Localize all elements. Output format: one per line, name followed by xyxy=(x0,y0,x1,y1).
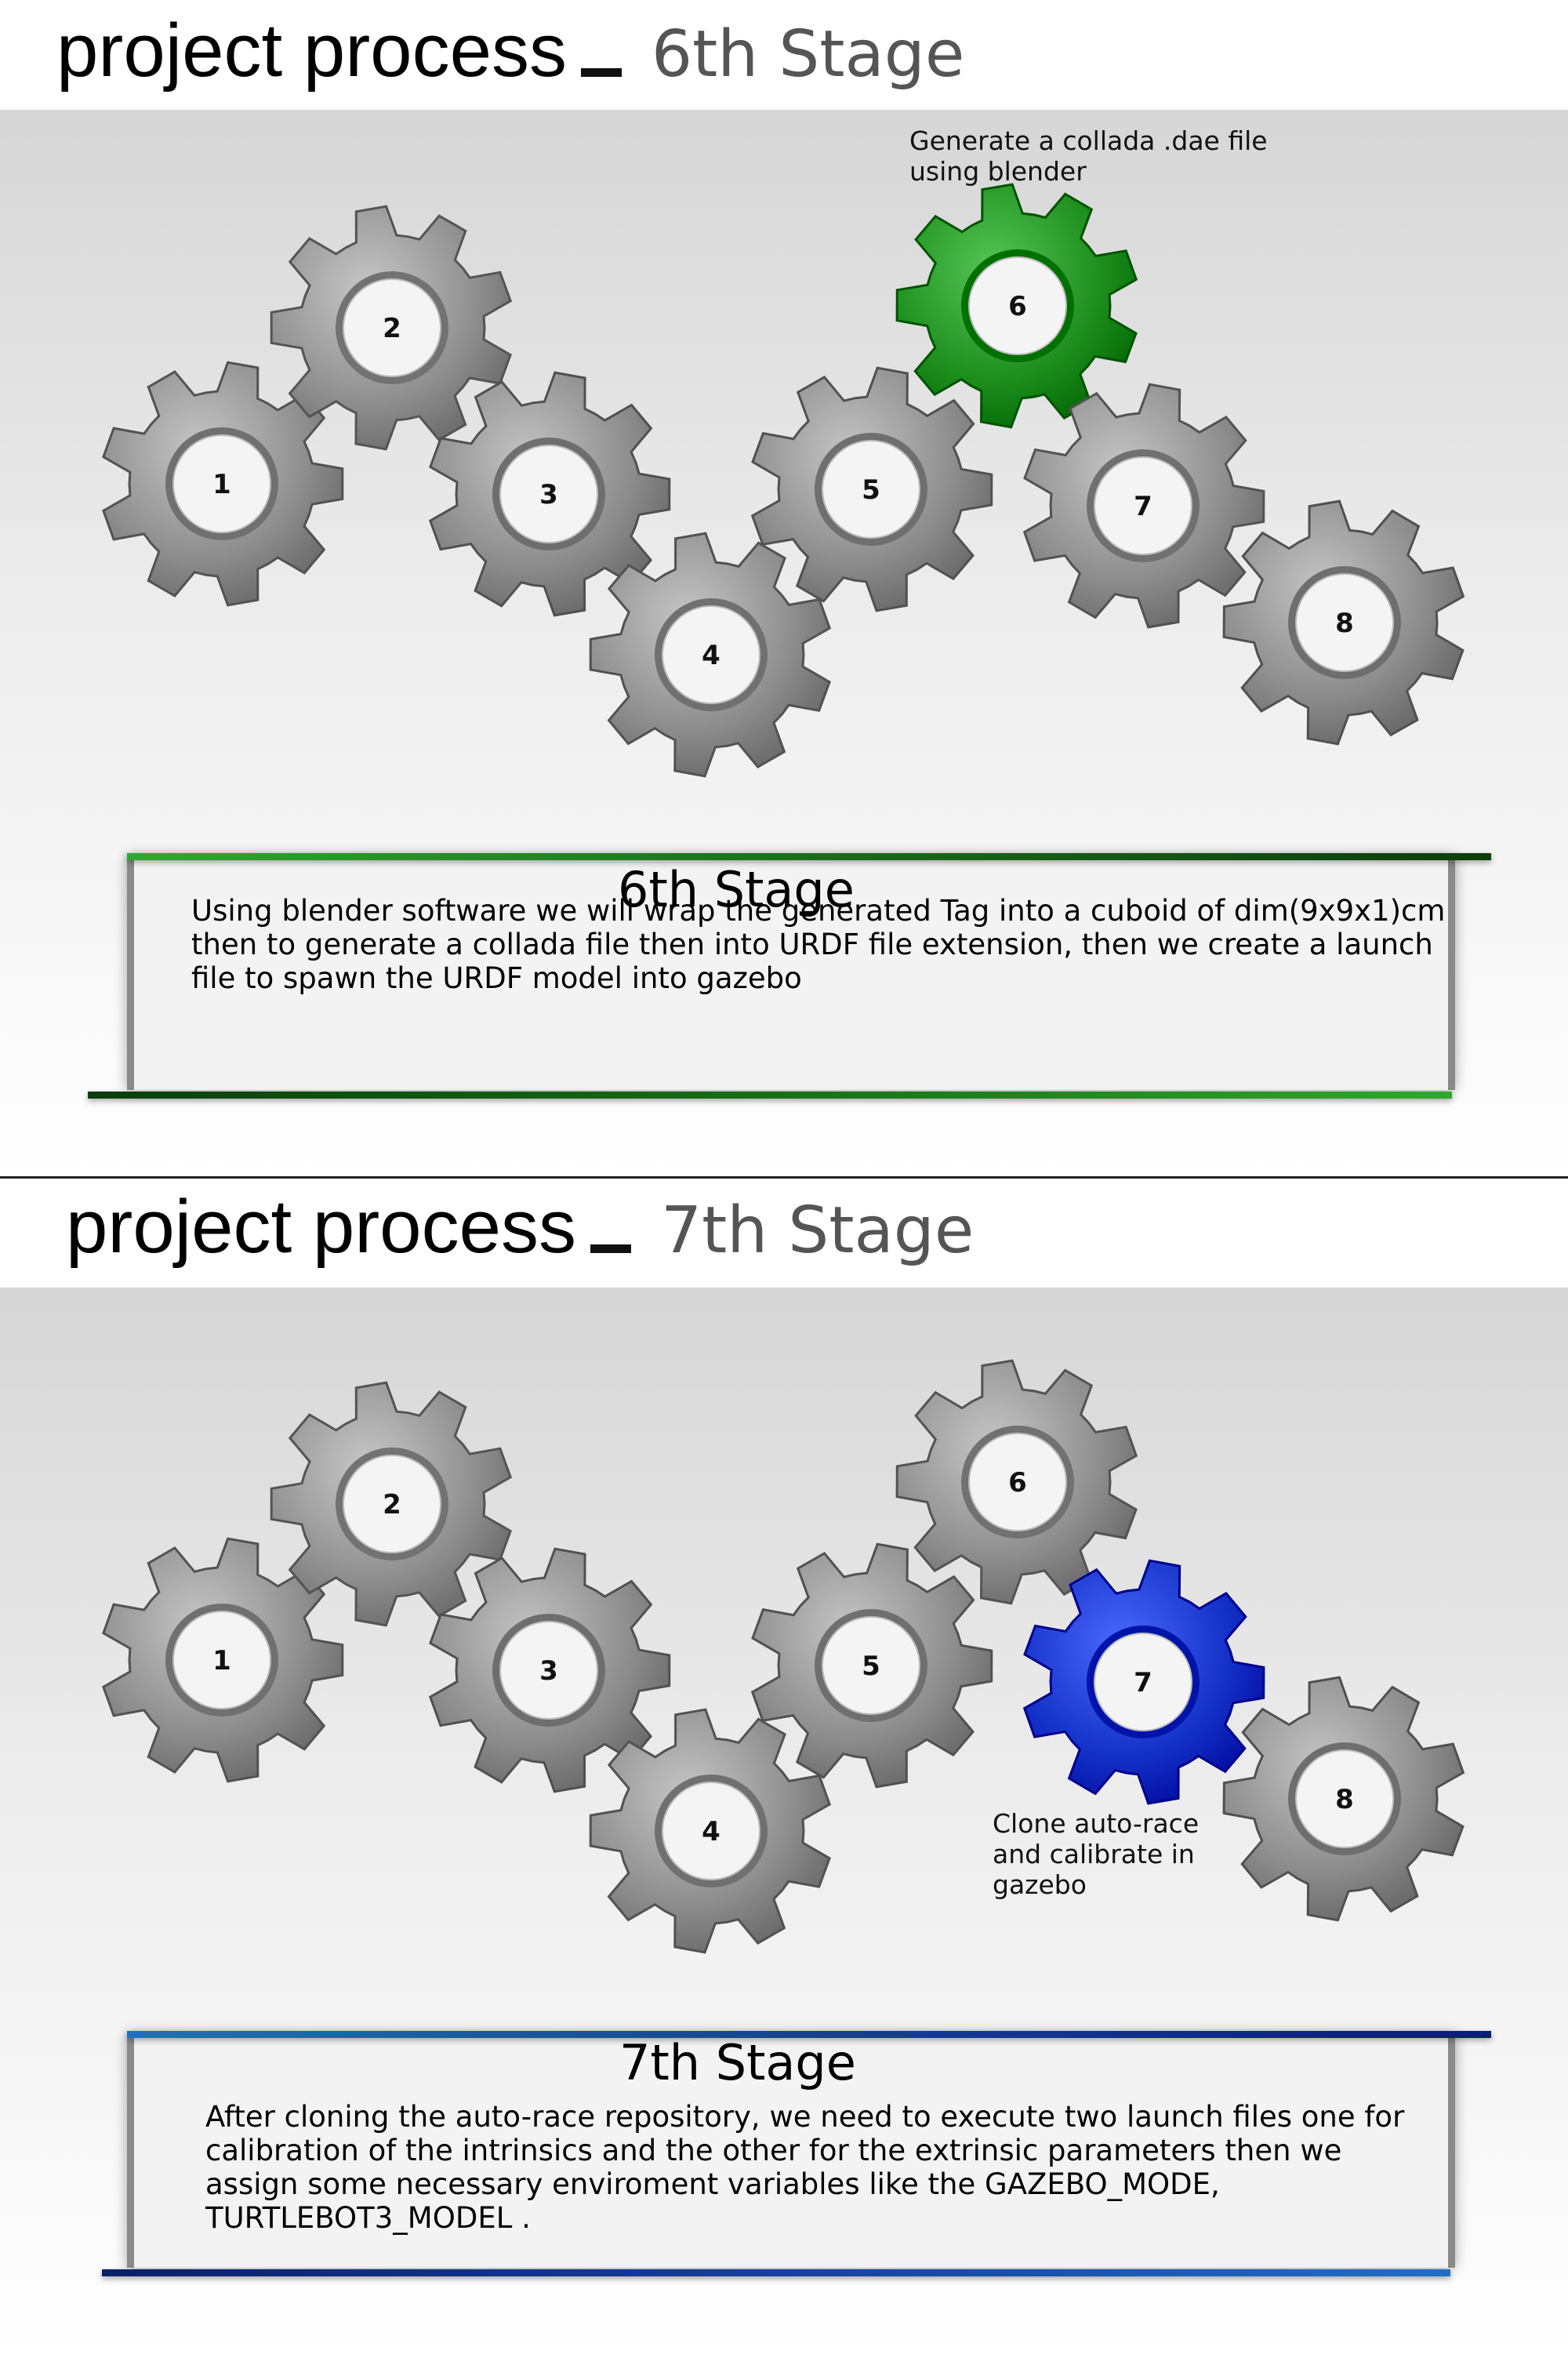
gear-label: 1 xyxy=(212,469,231,500)
gear-label: 5 xyxy=(862,474,880,506)
bottom-accent-bar xyxy=(88,1092,1452,1099)
gear-label: 8 xyxy=(1335,608,1354,639)
gear-label: 6 xyxy=(1008,291,1027,322)
gear-label: 3 xyxy=(539,479,558,510)
gear-label: 2 xyxy=(383,1489,401,1520)
top-accent-bar xyxy=(127,853,1491,860)
gear-4: 4 xyxy=(589,1708,832,1954)
gear-8: 8 xyxy=(1222,1676,1465,1922)
gear-diagram: 1 2 3 4 5 6 7 8 xyxy=(102,1359,1465,1954)
gear-7: 7 xyxy=(1022,1559,1265,1805)
gear-label: 1 xyxy=(212,1645,231,1676)
gear-7: 7 xyxy=(1022,383,1265,629)
gear-2: 2 xyxy=(270,205,513,451)
gear-6: 6 xyxy=(895,183,1138,429)
gear-label: 4 xyxy=(702,640,720,671)
slide-stage-7: project process 7th Stage 12345678 Clone … xyxy=(0,1176,1568,2354)
gear-label: 4 xyxy=(702,1816,720,1847)
gear-label: 2 xyxy=(383,313,401,344)
callout-text: Clone auto-race and calibrate in gazebo xyxy=(993,1808,1200,1900)
slide-stage-6: project process 6th Stage 12345678 Genera… xyxy=(0,0,1568,1176)
bottom-accent-bar xyxy=(102,2269,1450,2276)
gear-5: 5 xyxy=(750,366,993,612)
gear-label: 8 xyxy=(1335,1784,1354,1815)
gear-label: 7 xyxy=(1134,491,1152,522)
box-text: Using blender software we will wrap the … xyxy=(191,894,1446,995)
gear-label: 5 xyxy=(862,1651,880,1682)
gear-label: 6 xyxy=(1008,1467,1027,1498)
gear-diagram: 1 2 3 4 5 6 7 8 xyxy=(102,183,1465,778)
gear-8: 8 xyxy=(1222,499,1465,746)
box-text: After cloning the auto-race repository, … xyxy=(205,2100,1405,2235)
callout-text: Generate a collada .dae file using blend… xyxy=(909,125,1268,187)
box-title: 7th Stage xyxy=(619,2034,856,2091)
gear-2: 2 xyxy=(270,1381,513,1627)
gear-label: 3 xyxy=(539,1655,558,1687)
gear-5: 5 xyxy=(750,1542,993,1789)
gear-6: 6 xyxy=(895,1359,1138,1605)
gear-label: 7 xyxy=(1134,1667,1152,1698)
gear-4: 4 xyxy=(589,532,832,778)
